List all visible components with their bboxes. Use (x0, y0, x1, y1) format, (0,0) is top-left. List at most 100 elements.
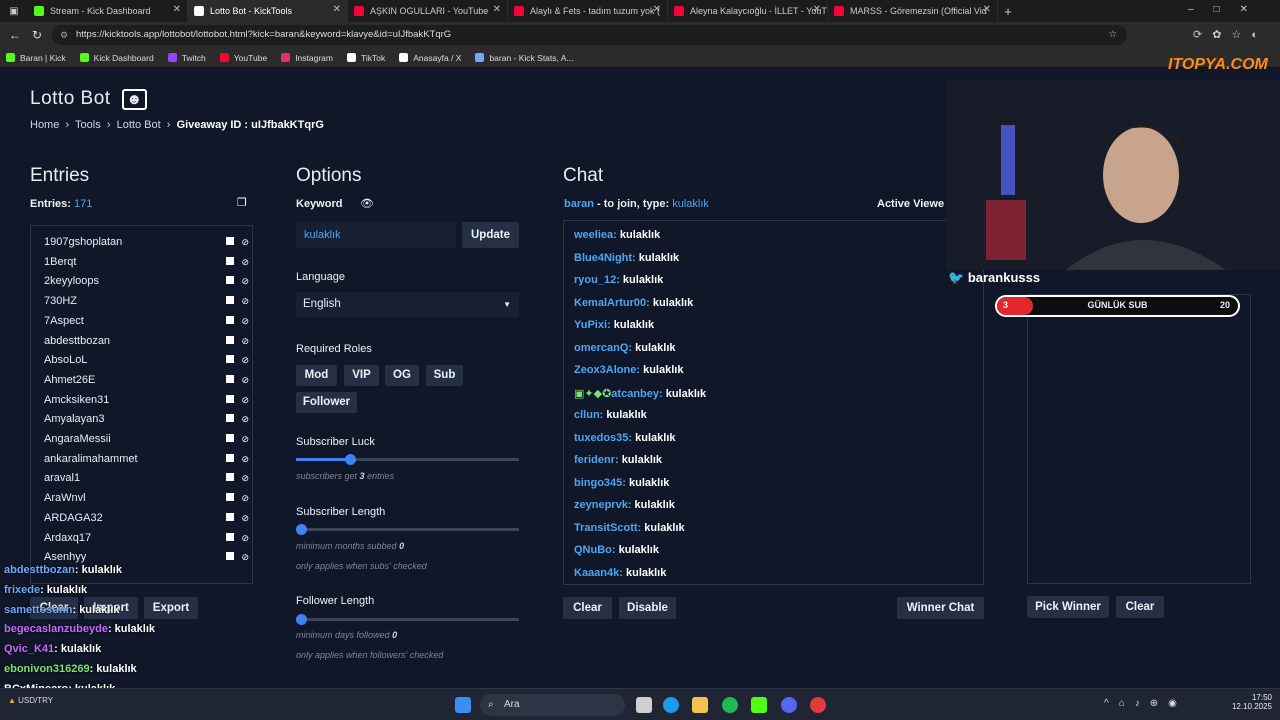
winner-clear-button[interactable]: Clear (1116, 596, 1164, 618)
chat-username[interactable]: Blue4Night: (574, 252, 636, 264)
chat-username[interactable]: cllun: (574, 409, 603, 421)
taskbar-search[interactable]: ⌕ Ara (480, 694, 625, 716)
copy-icon[interactable]: ❐ (237, 196, 247, 209)
ban-icon[interactable]: ⊘ (241, 414, 249, 424)
url-field[interactable]: ⚙ https://kicktools.app/lottobot/lottobot… (52, 25, 1127, 45)
role-sub-toggle[interactable]: Sub (426, 365, 463, 386)
remove-entry-icon[interactable] (226, 315, 235, 324)
browser-tab[interactable]: Aleyna Kalaycıoğlu - İLLET - YouT ✕ (668, 0, 828, 22)
chat-username[interactable]: bingo345: (574, 477, 626, 489)
chat-username[interactable]: TransitScott: (574, 522, 641, 534)
bookmark-item[interactable]: baran - Kick Stats, A... (475, 53, 574, 63)
back-icon[interactable]: ← (4, 28, 26, 42)
new-tab-button[interactable]: + (998, 4, 1018, 19)
ban-icon[interactable]: ⊘ (241, 375, 249, 385)
ban-icon[interactable]: ⊘ (241, 395, 249, 405)
remove-entry-icon[interactable] (226, 237, 235, 245)
bookmark-item[interactable]: Kick Dashboard (79, 53, 154, 63)
browser-tab[interactable]: MARSS - Göremezsin (Official Vid ✕ (828, 0, 998, 22)
ban-icon[interactable]: ⊘ (241, 454, 249, 464)
chat-username[interactable]: weeliea: (574, 229, 617, 241)
remove-entry-icon[interactable] (226, 532, 235, 541)
remove-entry-icon[interactable] (226, 512, 235, 521)
chat-username[interactable]: Zeox3Alone: (574, 364, 640, 376)
chat-clear-button[interactable]: Clear (563, 597, 612, 619)
remove-entry-icon[interactable] (226, 414, 235, 423)
chat-messages[interactable]: weeliea: kulaklık Blue4Night: kulaklık ryo… (563, 220, 984, 585)
close-tab-icon[interactable]: ✕ (813, 4, 821, 15)
browser-tab[interactable]: Lotto Bot - KickTools ✕ (188, 0, 348, 22)
fol-length-slider[interactable] (296, 614, 519, 625)
chat-username[interactable]: atcanbey: (611, 388, 662, 400)
ban-icon[interactable]: ⊘ (241, 336, 249, 346)
language-select[interactable]: English ▼ (296, 292, 519, 317)
keyword-input[interactable]: kulaklık (296, 222, 456, 248)
close-tab-icon[interactable]: ✕ (333, 4, 341, 15)
bookmark-item[interactable]: YouTube (219, 53, 267, 63)
bookmark-item[interactable]: Anasayfa / X (399, 53, 461, 63)
remove-entry-icon[interactable] (226, 256, 235, 265)
slider-knob[interactable] (344, 454, 356, 465)
slider-knob[interactable] (296, 524, 307, 535)
chat-username[interactable]: feridenr: (574, 454, 619, 466)
ban-icon[interactable]: ⊘ (241, 434, 249, 444)
role-follower-toggle[interactable]: Follower (296, 392, 357, 413)
bookmark-item[interactable]: Twitch (167, 53, 206, 63)
ban-icon[interactable]: ⊘ (241, 552, 249, 562)
sub-luck-slider[interactable] (296, 454, 519, 465)
chat-username[interactable]: QNuBo: (574, 544, 616, 556)
chat-channel[interactable]: baran (564, 198, 594, 210)
remove-entry-icon[interactable] (226, 296, 235, 305)
bookmark-item[interactable]: TikTok (346, 53, 385, 63)
file-explorer-icon[interactable] (692, 697, 708, 713)
system-tray-icons[interactable]: ^⌂♪⊕◉ (1104, 698, 1187, 709)
task-view-icon[interactable] (636, 697, 652, 713)
clock[interactable]: 17:50 12.10.2025 (1222, 693, 1272, 711)
breadcrumb-home[interactable]: Home (30, 119, 59, 131)
breadcrumb-lotto[interactable]: Lotto Bot (117, 119, 161, 131)
chat-username[interactable]: omercanQ: (574, 342, 632, 354)
remove-entry-icon[interactable] (226, 493, 235, 502)
spotify-icon[interactable] (722, 697, 738, 713)
edge-icon[interactable] (663, 697, 679, 713)
obs-icon[interactable] (810, 697, 826, 713)
chat-username[interactable]: zeyneprvk: (574, 499, 631, 511)
keyword-update-button[interactable]: Update (462, 222, 519, 248)
role-vip-toggle[interactable]: VIP (344, 365, 379, 386)
remove-entry-icon[interactable] (226, 453, 235, 462)
role-og-toggle[interactable]: OG (385, 365, 419, 386)
remove-entry-icon[interactable] (226, 374, 235, 383)
remove-entry-icon[interactable] (226, 394, 235, 403)
browser-tab[interactable]: Alaylı & Fets - tadım tuzum yok (✕ (508, 0, 668, 22)
ban-icon[interactable]: ⊘ (241, 493, 249, 503)
ticker-widget[interactable]: ▲ USD/TRY (8, 696, 53, 705)
chat-username[interactable]: ryou_12: (574, 274, 620, 286)
close-tab-icon[interactable]: ✕ (173, 4, 181, 15)
bookmark-item[interactable]: Baran | Kick (6, 53, 66, 63)
refresh-icon[interactable]: ↻ (26, 28, 48, 42)
entries-export-button[interactable]: Export (144, 597, 198, 619)
slider-knob[interactable] (296, 614, 307, 625)
remove-entry-icon[interactable] (226, 276, 235, 285)
app-icon[interactable] (751, 697, 767, 713)
breadcrumb-tools[interactable]: Tools (75, 119, 101, 131)
favorite-star-icon[interactable]: ☆ (1108, 25, 1117, 45)
remove-entry-icon[interactable] (226, 434, 235, 442)
ban-icon[interactable]: ⊘ (241, 473, 249, 483)
browser-tab[interactable]: Stream - Kick Dashboard ✕ (28, 0, 188, 22)
sub-length-slider[interactable] (296, 524, 519, 535)
browser-toolbar-icons[interactable]: ⟳✿☆◐ (1193, 28, 1268, 41)
chat-username[interactable]: YuPixi: (574, 319, 611, 331)
eye-icon[interactable]: 👁 (360, 197, 374, 210)
ban-icon[interactable]: ⊘ (241, 316, 249, 326)
close-tab-icon[interactable]: ✕ (983, 4, 991, 15)
close-tab-icon[interactable]: ✕ (493, 4, 501, 15)
pick-winner-button[interactable]: Pick Winner (1027, 596, 1109, 618)
ban-icon[interactable]: ⊘ (241, 513, 249, 523)
browser-tab[interactable]: AŞKIN OGULLARI - YouTube ✕ (348, 0, 508, 22)
chat-username[interactable]: KemalArtur00: (574, 297, 650, 309)
remove-entry-icon[interactable] (226, 355, 235, 364)
site-info-icon[interactable]: ⚙ (60, 25, 68, 45)
window-controls[interactable]: –□✕ (1188, 4, 1268, 15)
ban-icon[interactable]: ⊘ (241, 533, 249, 543)
